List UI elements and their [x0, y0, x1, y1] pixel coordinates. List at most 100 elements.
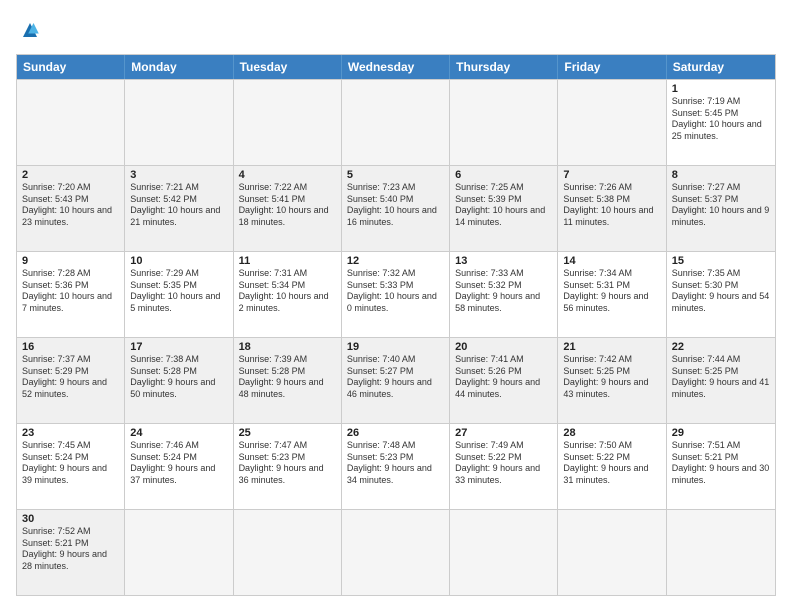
calendar-cell [125, 80, 233, 165]
calendar-cell: 15Sunrise: 7:35 AM Sunset: 5:30 PM Dayli… [667, 252, 775, 337]
calendar-cell: 23Sunrise: 7:45 AM Sunset: 5:24 PM Dayli… [17, 424, 125, 509]
cell-info: Sunrise: 7:28 AM Sunset: 5:36 PM Dayligh… [22, 268, 119, 315]
cell-info: Sunrise: 7:20 AM Sunset: 5:43 PM Dayligh… [22, 182, 119, 229]
calendar-cell [342, 80, 450, 165]
cell-info: Sunrise: 7:25 AM Sunset: 5:39 PM Dayligh… [455, 182, 552, 229]
day-number: 24 [130, 427, 227, 439]
header-day-monday: Monday [125, 55, 233, 79]
calendar-header: SundayMondayTuesdayWednesdayThursdayFrid… [17, 55, 775, 79]
header-day-wednesday: Wednesday [342, 55, 450, 79]
calendar-cell: 29Sunrise: 7:51 AM Sunset: 5:21 PM Dayli… [667, 424, 775, 509]
cell-info: Sunrise: 7:44 AM Sunset: 5:25 PM Dayligh… [672, 354, 770, 401]
calendar-row-3: 9Sunrise: 7:28 AM Sunset: 5:36 PM Daylig… [17, 251, 775, 337]
cell-info: Sunrise: 7:49 AM Sunset: 5:22 PM Dayligh… [455, 440, 552, 487]
day-number: 4 [239, 169, 336, 181]
cell-info: Sunrise: 7:51 AM Sunset: 5:21 PM Dayligh… [672, 440, 770, 487]
calendar-cell: 30Sunrise: 7:52 AM Sunset: 5:21 PM Dayli… [17, 510, 125, 595]
day-number: 21 [563, 341, 660, 353]
day-number: 9 [22, 255, 119, 267]
header-day-friday: Friday [558, 55, 666, 79]
cell-info: Sunrise: 7:40 AM Sunset: 5:27 PM Dayligh… [347, 354, 444, 401]
day-number: 20 [455, 341, 552, 353]
day-number: 29 [672, 427, 770, 439]
calendar-cell: 4Sunrise: 7:22 AM Sunset: 5:41 PM Daylig… [234, 166, 342, 251]
cell-info: Sunrise: 7:26 AM Sunset: 5:38 PM Dayligh… [563, 182, 660, 229]
calendar-row-5: 23Sunrise: 7:45 AM Sunset: 5:24 PM Dayli… [17, 423, 775, 509]
logo-icon [16, 16, 44, 44]
calendar-row-6: 30Sunrise: 7:52 AM Sunset: 5:21 PM Dayli… [17, 509, 775, 595]
cell-info: Sunrise: 7:21 AM Sunset: 5:42 PM Dayligh… [130, 182, 227, 229]
calendar-cell: 26Sunrise: 7:48 AM Sunset: 5:23 PM Dayli… [342, 424, 450, 509]
cell-info: Sunrise: 7:23 AM Sunset: 5:40 PM Dayligh… [347, 182, 444, 229]
cell-info: Sunrise: 7:45 AM Sunset: 5:24 PM Dayligh… [22, 440, 119, 487]
calendar-cell: 20Sunrise: 7:41 AM Sunset: 5:26 PM Dayli… [450, 338, 558, 423]
day-number: 17 [130, 341, 227, 353]
cell-info: Sunrise: 7:48 AM Sunset: 5:23 PM Dayligh… [347, 440, 444, 487]
calendar-cell: 12Sunrise: 7:32 AM Sunset: 5:33 PM Dayli… [342, 252, 450, 337]
day-number: 30 [22, 513, 119, 525]
cell-info: Sunrise: 7:22 AM Sunset: 5:41 PM Dayligh… [239, 182, 336, 229]
calendar-cell: 18Sunrise: 7:39 AM Sunset: 5:28 PM Dayli… [234, 338, 342, 423]
cell-info: Sunrise: 7:35 AM Sunset: 5:30 PM Dayligh… [672, 268, 770, 315]
header [16, 16, 776, 44]
calendar-row-4: 16Sunrise: 7:37 AM Sunset: 5:29 PM Dayli… [17, 337, 775, 423]
day-number: 14 [563, 255, 660, 267]
day-number: 12 [347, 255, 444, 267]
day-number: 28 [563, 427, 660, 439]
cell-info: Sunrise: 7:46 AM Sunset: 5:24 PM Dayligh… [130, 440, 227, 487]
calendar-cell [450, 510, 558, 595]
cell-info: Sunrise: 7:52 AM Sunset: 5:21 PM Dayligh… [22, 526, 119, 573]
cell-info: Sunrise: 7:31 AM Sunset: 5:34 PM Dayligh… [239, 268, 336, 315]
cell-info: Sunrise: 7:50 AM Sunset: 5:22 PM Dayligh… [563, 440, 660, 487]
cell-info: Sunrise: 7:41 AM Sunset: 5:26 PM Dayligh… [455, 354, 552, 401]
calendar-cell: 3Sunrise: 7:21 AM Sunset: 5:42 PM Daylig… [125, 166, 233, 251]
day-number: 11 [239, 255, 336, 267]
calendar-cell: 28Sunrise: 7:50 AM Sunset: 5:22 PM Dayli… [558, 424, 666, 509]
cell-info: Sunrise: 7:42 AM Sunset: 5:25 PM Dayligh… [563, 354, 660, 401]
day-number: 7 [563, 169, 660, 181]
cell-info: Sunrise: 7:29 AM Sunset: 5:35 PM Dayligh… [130, 268, 227, 315]
calendar-cell: 17Sunrise: 7:38 AM Sunset: 5:28 PM Dayli… [125, 338, 233, 423]
day-number: 1 [672, 83, 770, 95]
calendar-cell: 14Sunrise: 7:34 AM Sunset: 5:31 PM Dayli… [558, 252, 666, 337]
day-number: 16 [22, 341, 119, 353]
day-number: 13 [455, 255, 552, 267]
calendar-cell [234, 80, 342, 165]
header-day-sunday: Sunday [17, 55, 125, 79]
day-number: 8 [672, 169, 770, 181]
cell-info: Sunrise: 7:47 AM Sunset: 5:23 PM Dayligh… [239, 440, 336, 487]
cell-info: Sunrise: 7:37 AM Sunset: 5:29 PM Dayligh… [22, 354, 119, 401]
calendar-cell: 25Sunrise: 7:47 AM Sunset: 5:23 PM Dayli… [234, 424, 342, 509]
page: SundayMondayTuesdayWednesdayThursdayFrid… [0, 0, 792, 612]
calendar-cell [667, 510, 775, 595]
day-number: 22 [672, 341, 770, 353]
cell-info: Sunrise: 7:27 AM Sunset: 5:37 PM Dayligh… [672, 182, 770, 229]
cell-info: Sunrise: 7:38 AM Sunset: 5:28 PM Dayligh… [130, 354, 227, 401]
calendar-cell: 8Sunrise: 7:27 AM Sunset: 5:37 PM Daylig… [667, 166, 775, 251]
day-number: 5 [347, 169, 444, 181]
calendar-cell: 21Sunrise: 7:42 AM Sunset: 5:25 PM Dayli… [558, 338, 666, 423]
header-day-tuesday: Tuesday [234, 55, 342, 79]
calendar-cell: 11Sunrise: 7:31 AM Sunset: 5:34 PM Dayli… [234, 252, 342, 337]
calendar-cell: 5Sunrise: 7:23 AM Sunset: 5:40 PM Daylig… [342, 166, 450, 251]
cell-info: Sunrise: 7:33 AM Sunset: 5:32 PM Dayligh… [455, 268, 552, 315]
day-number: 2 [22, 169, 119, 181]
day-number: 18 [239, 341, 336, 353]
calendar-cell [558, 510, 666, 595]
day-number: 10 [130, 255, 227, 267]
calendar-cell [450, 80, 558, 165]
calendar-cell [234, 510, 342, 595]
calendar-cell: 13Sunrise: 7:33 AM Sunset: 5:32 PM Dayli… [450, 252, 558, 337]
cell-info: Sunrise: 7:19 AM Sunset: 5:45 PM Dayligh… [672, 96, 770, 143]
calendar-cell: 1Sunrise: 7:19 AM Sunset: 5:45 PM Daylig… [667, 80, 775, 165]
calendar-body: 1Sunrise: 7:19 AM Sunset: 5:45 PM Daylig… [17, 79, 775, 595]
calendar-cell: 9Sunrise: 7:28 AM Sunset: 5:36 PM Daylig… [17, 252, 125, 337]
calendar-cell: 22Sunrise: 7:44 AM Sunset: 5:25 PM Dayli… [667, 338, 775, 423]
calendar-cell [342, 510, 450, 595]
calendar-row-1: 1Sunrise: 7:19 AM Sunset: 5:45 PM Daylig… [17, 79, 775, 165]
calendar-cell [125, 510, 233, 595]
day-number: 19 [347, 341, 444, 353]
header-day-thursday: Thursday [450, 55, 558, 79]
day-number: 27 [455, 427, 552, 439]
day-number: 15 [672, 255, 770, 267]
